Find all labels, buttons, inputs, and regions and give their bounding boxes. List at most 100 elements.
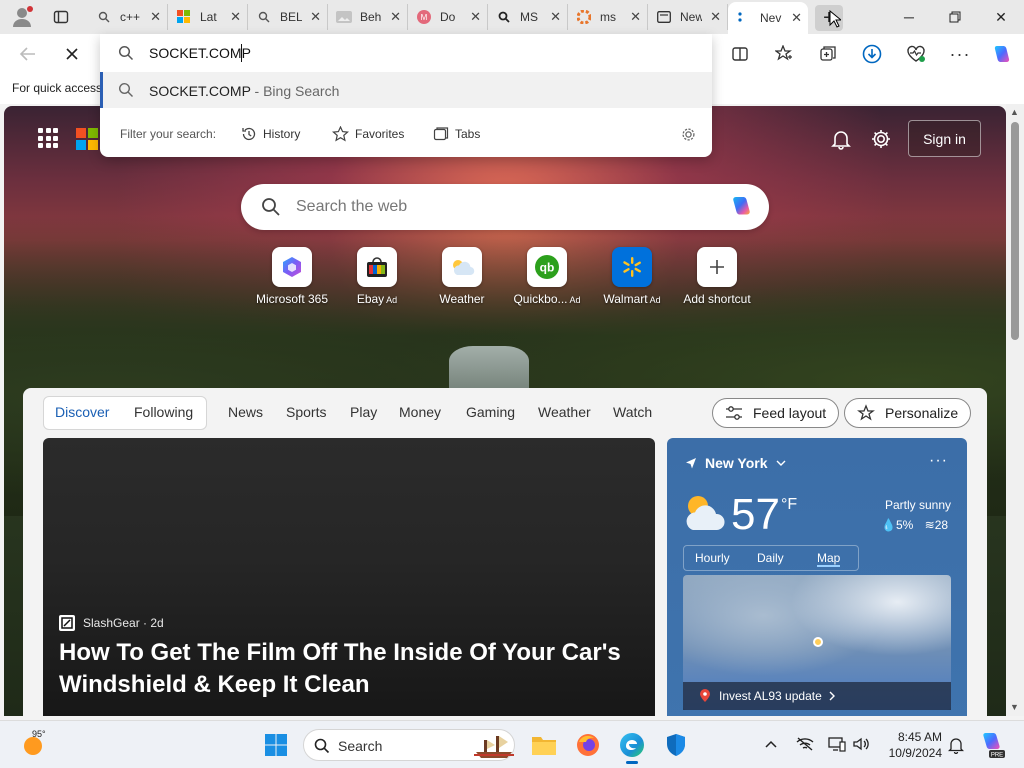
edge-button[interactable] (616, 729, 648, 764)
close-tab-icon[interactable]: ✕ (390, 9, 401, 25)
personalize-button[interactable]: Personalize (844, 398, 972, 428)
filter-history[interactable]: History (241, 124, 300, 144)
address-bar[interactable]: SOCKET.COMP (100, 34, 712, 72)
browser-tab[interactable]: Lat ✕ (168, 4, 248, 30)
display-icon[interactable] (828, 736, 846, 752)
back-arrow-icon (19, 47, 35, 61)
back-button[interactable] (14, 40, 42, 68)
history-icon (242, 127, 256, 141)
nav-news[interactable]: News (228, 404, 263, 420)
hero-article-card[interactable]: SlashGear · 2d How To Get The Film Off T… (43, 438, 655, 716)
sign-in-button[interactable]: Sign in (908, 120, 981, 157)
file-explorer-button[interactable] (528, 729, 560, 761)
search-suggestion[interactable]: SOCKET.COMP - Bing Search (100, 72, 712, 108)
windows-security-button[interactable] (660, 729, 692, 761)
nav-sports[interactable]: Sports (286, 404, 326, 420)
chevron-up-icon[interactable] (764, 739, 778, 749)
system-clock[interactable]: 8:45 AM 10/9/2024 (880, 729, 942, 761)
browser-tab[interactable]: Beh ✕ (328, 4, 408, 30)
close-tab-icon[interactable]: ✕ (470, 9, 481, 25)
close-tab-icon[interactable]: ✕ (230, 9, 241, 25)
weather-tabs: Hourly Daily Map (683, 545, 859, 571)
downloads-button[interactable] (858, 40, 886, 68)
nav-gaming[interactable]: Gaming (466, 404, 515, 420)
favorites-button[interactable] (770, 40, 798, 68)
suggestion-provider: - Bing Search (250, 83, 340, 99)
nav-money[interactable]: Money (399, 404, 441, 420)
restore-button[interactable] (932, 0, 978, 34)
close-tab-icon[interactable]: ✕ (150, 9, 161, 25)
firefox-button[interactable] (572, 729, 604, 761)
browser-tab[interactable]: MS ✕ (488, 4, 568, 30)
shortcut-ebay[interactable]: Ebay Ad (333, 247, 421, 306)
copilot-preview-icon[interactable]: PRE (980, 731, 1006, 759)
tab-title: MS (520, 10, 538, 24)
tab-discover[interactable]: Discover (55, 404, 109, 420)
notification-bell-icon[interactable] (948, 736, 964, 754)
weather-location[interactable]: New York (685, 455, 786, 471)
split-screen-button[interactable] (726, 40, 754, 68)
more-icon[interactable]: ··· (929, 452, 948, 470)
gear-icon[interactable] (870, 128, 892, 150)
copilot-icon[interactable] (729, 195, 755, 219)
close-window-button[interactable]: ✕ (978, 0, 1024, 34)
shortcut-quickbooks[interactable]: qb Quickbo... Ad (503, 247, 591, 306)
article-headline[interactable]: How To Get The Film Off The Inside Of Yo… (59, 637, 629, 701)
scrollbar-thumb[interactable] (1011, 122, 1019, 340)
shortcut-microsoft-365[interactable]: Microsoft 365 (248, 247, 336, 306)
nav-play[interactable]: Play (350, 404, 377, 420)
web-search-box[interactable]: Search the web (241, 184, 769, 230)
browser-essentials-button[interactable] (902, 40, 930, 68)
filter-tabs[interactable]: Tabs (433, 124, 480, 144)
weather-card[interactable]: New York ··· 57 °F Partly sunny 💧5% ≋28 … (667, 438, 967, 716)
scroll-up-icon[interactable]: ▲ (1010, 107, 1019, 117)
shortcut-add[interactable]: Add shortcut (673, 247, 761, 306)
close-tab-icon[interactable]: ✕ (710, 9, 721, 25)
browser-tab[interactable]: ms ✕ (568, 4, 648, 30)
profile-icon[interactable] (10, 5, 34, 29)
browser-tab[interactable]: M Do ✕ (408, 4, 488, 30)
tab-actions-icon[interactable] (48, 4, 74, 30)
shortcut-weather[interactable]: Weather (418, 247, 506, 306)
browser-tab[interactable]: c++ ✕ (88, 4, 168, 30)
close-tab-icon[interactable]: ✕ (550, 9, 561, 25)
slashgear-logo-icon (59, 615, 75, 631)
minimize-button[interactable]: ─ (886, 0, 932, 34)
weather-unit[interactable]: °F (781, 496, 797, 514)
weather-icon (453, 260, 475, 276)
article-source: SlashGear · 2d (59, 615, 164, 631)
bell-icon[interactable] (830, 128, 852, 150)
copilot-button[interactable] (988, 40, 1016, 68)
volume-icon[interactable] (852, 736, 870, 752)
start-button[interactable] (260, 729, 292, 761)
stop-loading-button[interactable] (58, 40, 86, 68)
wind-icon: ≋ (924, 518, 935, 532)
filter-favorites[interactable]: Favorites (332, 124, 404, 144)
nav-watch[interactable]: Watch (613, 404, 652, 420)
browser-tab-active[interactable]: Nev ✕ (728, 2, 808, 34)
close-tab-icon[interactable]: ✕ (630, 9, 641, 25)
feed-layout-button[interactable]: Feed layout (712, 398, 840, 428)
weather-tab-daily[interactable]: Daily (757, 551, 784, 565)
collections-button[interactable] (814, 40, 842, 68)
close-tab-icon[interactable]: ✕ (310, 9, 321, 25)
weather-tab-hourly[interactable]: Hourly (695, 551, 730, 565)
settings-more-button[interactable]: ··· (946, 40, 974, 68)
close-tab-icon[interactable]: ✕ (791, 10, 802, 26)
shortcut-walmart[interactable]: Walmart Ad (588, 247, 676, 306)
browser-tab[interactable]: New ✕ (648, 4, 728, 30)
taskbar-search[interactable]: Search (303, 729, 515, 761)
network-offline-icon[interactable] (795, 736, 815, 752)
microsoft-logo[interactable] (76, 128, 98, 150)
tab-following[interactable]: Following (134, 404, 193, 420)
apps-launcher-icon[interactable] (38, 128, 58, 148)
weather-tab-map[interactable]: Map (817, 551, 841, 567)
scroll-down-icon[interactable]: ▼ (1010, 702, 1019, 712)
weather-alert[interactable]: Invest AL93 update (683, 682, 951, 710)
nav-weather[interactable]: Weather (538, 404, 591, 420)
gear-icon[interactable] (680, 126, 697, 143)
browser-tab[interactable]: BEL ✕ (248, 4, 328, 30)
new-tab-page: Sign in Search the web Microsoft 365 Eba… (4, 106, 1006, 716)
address-input[interactable]: SOCKET.COMP (149, 45, 251, 61)
page-scrollbar[interactable]: ▲ ▼ (1006, 104, 1024, 716)
